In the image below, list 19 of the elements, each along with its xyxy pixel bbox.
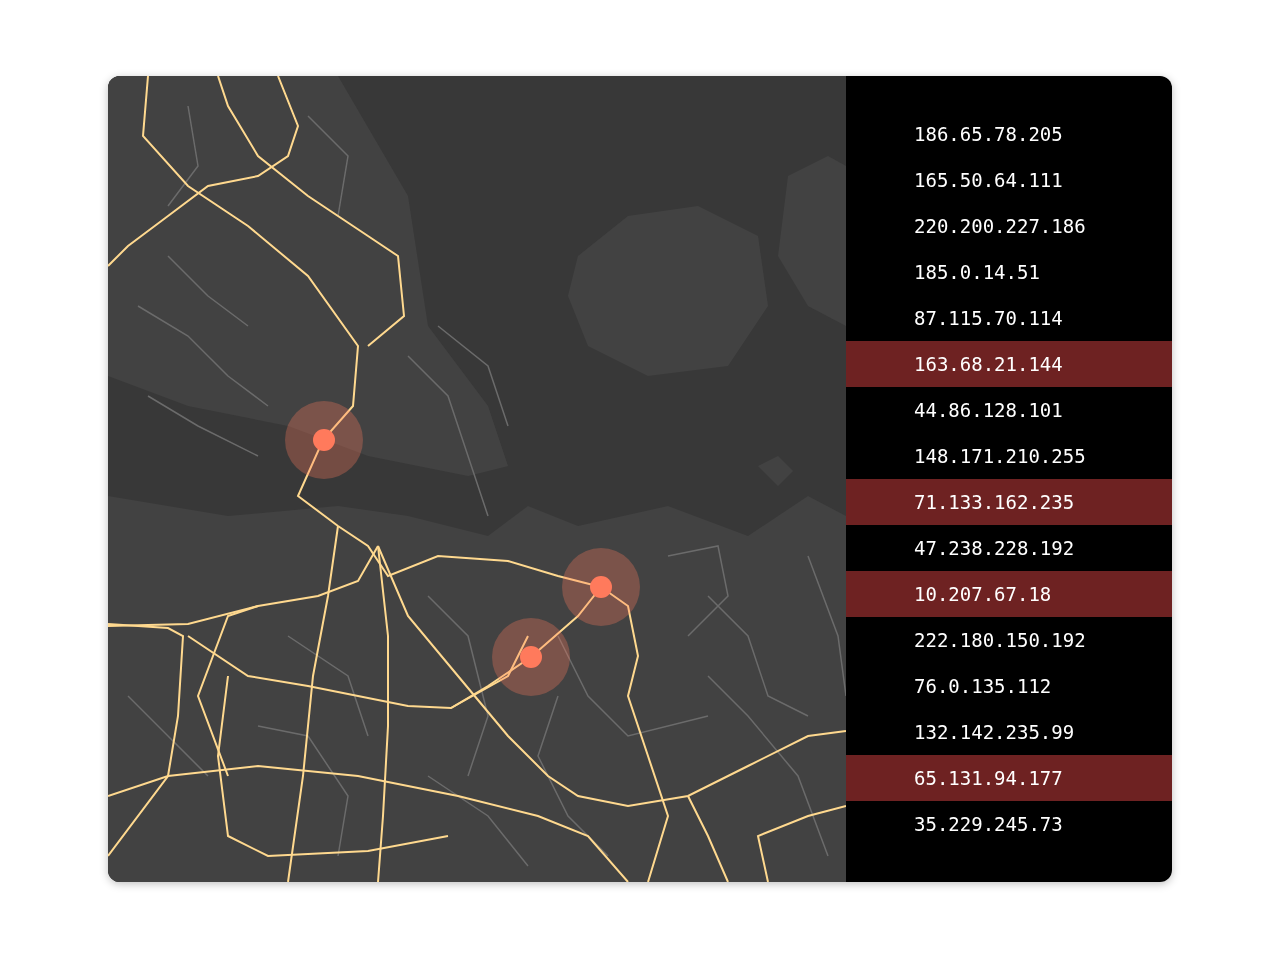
location-pin-icon[interactable] — [285, 401, 363, 479]
ip-address-item[interactable]: 165.50.64.111 — [846, 157, 1172, 203]
ip-address-item[interactable]: 87.115.70.114 — [846, 295, 1172, 341]
ip-address-item[interactable]: 65.131.94.177 — [846, 755, 1172, 801]
location-pin-icon[interactable] — [492, 618, 570, 696]
ip-address-item[interactable]: 222.180.150.192 — [846, 617, 1172, 663]
ip-address-item[interactable]: 132.142.235.99 — [846, 709, 1172, 755]
ip-address-item[interactable]: 71.133.162.235 — [846, 479, 1172, 525]
ip-address-item[interactable]: 47.238.228.192 — [846, 525, 1172, 571]
ip-address-item[interactable]: 148.171.210.255 — [846, 433, 1172, 479]
ip-address-item[interactable]: 186.65.78.205 — [846, 111, 1172, 157]
location-pin-icon[interactable] — [562, 548, 640, 626]
ip-address-item[interactable]: 185.0.14.51 — [846, 249, 1172, 295]
ip-address-item[interactable]: 10.207.67.18 — [846, 571, 1172, 617]
ip-address-item[interactable]: 35.229.245.73 — [846, 801, 1172, 847]
ip-address-item[interactable]: 76.0.135.112 — [846, 663, 1172, 709]
ip-address-item[interactable]: 163.68.21.144 — [846, 341, 1172, 387]
ip-address-item[interactable]: 220.200.227.186 — [846, 203, 1172, 249]
ip-address-item[interactable]: 44.86.128.101 — [846, 387, 1172, 433]
